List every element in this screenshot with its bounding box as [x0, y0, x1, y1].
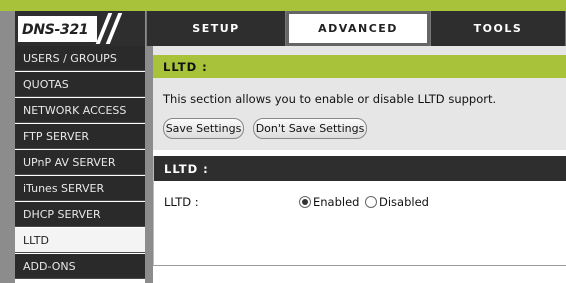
sidebar-item-label: QUOTAS: [23, 77, 69, 91]
tab-advanced-label: ADVANCED: [318, 22, 398, 35]
left-gutter: [0, 11, 15, 283]
enabled-radio[interactable]: [299, 196, 311, 208]
sidebar-item-network-access[interactable]: NETWORK ACCESS: [15, 98, 145, 123]
section-title: LLTD :: [153, 55, 566, 78]
sidebar-item-dhcp-server[interactable]: DHCP SERVER: [15, 202, 145, 227]
tab-advanced[interactable]: ADVANCED: [286, 11, 430, 46]
sidebar-item-label: LLTD: [23, 233, 49, 247]
sidebar-item-label: DHCP SERVER: [23, 207, 101, 221]
sidebar-item-label: iTunes SERVER: [23, 181, 105, 195]
save-settings-button[interactable]: Save Settings: [163, 118, 244, 139]
sidebar-divider: [145, 11, 153, 283]
section-title: LLTD :: [154, 156, 566, 181]
sidebar-item-lltd[interactable]: LLTD: [15, 228, 145, 253]
lltd-settings-section: LLTD : LLTD : Enabled Disabled: [153, 156, 566, 266]
sidebar-item-label: NETWORK ACCESS: [23, 103, 127, 117]
enabled-radio-label[interactable]: Enabled: [313, 195, 359, 209]
lltd-field-label: LLTD :: [164, 195, 199, 209]
section-description: This section allows you to enable or dis…: [163, 92, 497, 106]
logo-text: DNS-321: [22, 22, 89, 38]
logo-area: DNS-321: [15, 11, 145, 46]
sidebar-item-quotas[interactable]: QUOTAS: [15, 72, 145, 97]
dont-save-settings-button[interactable]: Don't Save Settings: [253, 118, 367, 139]
disabled-radio-label[interactable]: Disabled: [379, 195, 429, 209]
disabled-radio[interactable]: [365, 196, 377, 208]
sidebar-item-ftp-server[interactable]: FTP SERVER: [15, 124, 145, 149]
section-title-text: LLTD :: [163, 59, 208, 74]
lltd-info-section: LLTD : This section allows you to enable…: [153, 46, 566, 150]
sidebar-item-label: USERS / GROUPS: [23, 51, 117, 65]
tab-tools-label: TOOLS: [473, 22, 523, 35]
top-accent-bar: [0, 0, 566, 11]
sidebar-item-itunes-server[interactable]: iTunes SERVER: [15, 176, 145, 201]
section-title-text: LLTD :: [164, 161, 209, 176]
logo-badge: DNS-321: [18, 16, 97, 42]
tab-setup[interactable]: SETUP: [146, 11, 286, 46]
sidebar-item-label: ADD-ONS: [23, 259, 76, 273]
sidebar-item-label: FTP SERVER: [23, 129, 90, 143]
tab-setup-label: SETUP: [192, 22, 240, 35]
sidebar-item-label: UPnP AV SERVER: [23, 155, 116, 169]
sidebar-item-users-groups[interactable]: USERS / GROUPS: [15, 46, 145, 71]
tab-tools[interactable]: TOOLS: [430, 11, 566, 46]
sidebar-item-add-ons[interactable]: ADD-ONS: [15, 254, 145, 279]
sidebar-item-upnp-av-server[interactable]: UPnP AV SERVER: [15, 150, 145, 175]
